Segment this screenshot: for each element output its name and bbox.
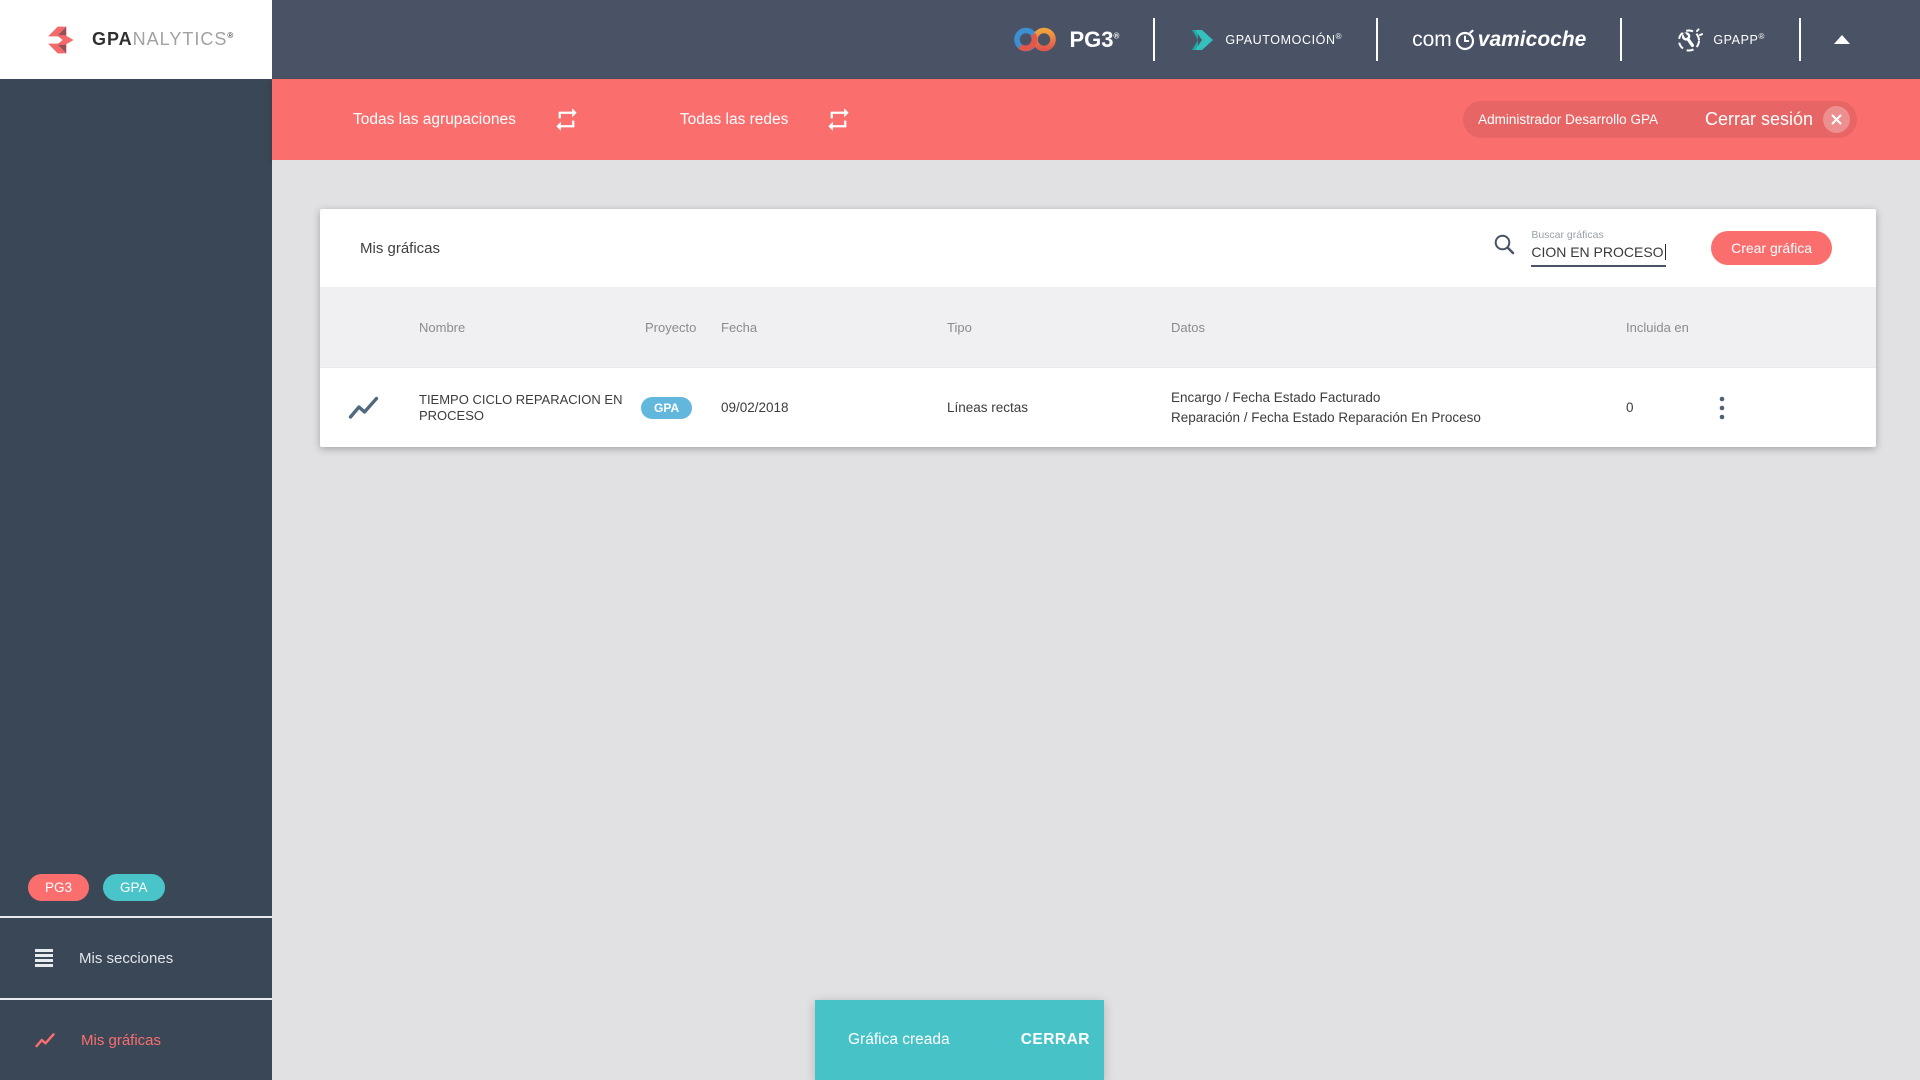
stopwatch-icon — [1455, 29, 1474, 50]
line-chart-icon — [35, 1032, 55, 1047]
column-header-datos: Datos — [1171, 319, 1205, 335]
column-header-fecha: Fecha — [721, 319, 758, 335]
topbar-separator — [1376, 18, 1379, 61]
create-chart-button[interactable]: Crear gráfica — [1711, 231, 1832, 265]
badge-gpa[interactable]: GPA — [103, 874, 165, 901]
column-header-proyecto: Proyecto — [645, 319, 697, 335]
gpanalytics-arrow-icon — [48, 26, 74, 53]
snackbar: Gráfica creada CERRAR — [815, 1000, 1104, 1080]
kebab-icon[interactable] — [1714, 391, 1764, 425]
chart-data-sources: Encargo / Fecha Estado Facturado Reparac… — [1171, 389, 1481, 425]
top-brand-bar: PG3® GPAUTOMOCIÓN® com vamicoche GPAPP® — [272, 0, 1920, 79]
chart-name: TIEMPO CICLO REPARACION EN PROCESO — [419, 391, 623, 423]
search-input[interactable]: CION EN PROCESO — [1531, 244, 1667, 267]
sidebar-item-mis-secciones[interactable]: Mis secciones — [0, 918, 272, 998]
sidebar-item-mis-graficas[interactable]: Mis gráficas — [0, 1000, 272, 1080]
networks-selector[interactable]: Todas las redes — [680, 111, 789, 129]
gpanalytics-wordmark: GPANALYTICS® — [92, 29, 235, 49]
text-caret — [1664, 244, 1667, 260]
line-chart-icon — [348, 396, 419, 420]
my-charts-card: Mis gráficas Buscar gráficas CION EN PRO… — [320, 209, 1876, 447]
gpautomocion-arrow-icon — [1192, 29, 1214, 50]
search-label: Buscar gráficas — [1531, 229, 1604, 241]
hamburger-icon — [35, 949, 53, 967]
column-header-incluida-en: Incluida en — [1626, 319, 1689, 335]
topbar-separator — [1153, 18, 1156, 61]
groupings-selector[interactable]: Todas las agrupaciones — [353, 111, 516, 129]
pg3-infinity-icon — [1014, 27, 1057, 52]
sidebar: GPANALYTICS® PG3 GPA Mis secciones Mis g… — [0, 0, 272, 1080]
snackbar-close-button[interactable]: CERRAR — [1021, 1031, 1090, 1049]
chart-type: Líneas rectas — [947, 400, 1029, 415]
current-user-name: Administrador Desarrollo GPA — [1478, 112, 1658, 127]
up-triangle-icon[interactable] — [1834, 35, 1850, 44]
gpanalytics-logo: GPANALYTICS® — [0, 0, 272, 79]
session-pill: Administrador Desarrollo GPA Cerrar sesi… — [1463, 101, 1857, 138]
pg3-logo: PG3® — [1013, 25, 1119, 54]
gpautomocion-logo: GPAUTOMOCIÓN® — [1189, 27, 1342, 53]
snackbar-message: Gráfica creada — [848, 1031, 950, 1048]
repeat-icon[interactable] — [553, 106, 580, 133]
column-header-nombre: Nombre — [419, 319, 466, 335]
wrench-icon — [1678, 28, 1704, 52]
project-badge: GPA — [641, 396, 693, 419]
x-circle-icon[interactable] — [1823, 106, 1850, 133]
repeat-icon[interactable] — [825, 106, 852, 133]
included-in-count: 0 — [1626, 400, 1634, 415]
badge-pg3[interactable]: PG3 — [28, 874, 90, 901]
topbar-separator — [1620, 18, 1623, 61]
page-title: Mis gráficas — [360, 239, 441, 257]
table-row[interactable]: TIEMPO CICLO REPARACION EN PROCESO GPA 0… — [320, 367, 1876, 447]
main-content: Mis gráficas Buscar gráficas CION EN PRO… — [272, 160, 1920, 1080]
logout-button[interactable]: Cerrar sesión — [1705, 109, 1813, 130]
sidebar-item-label: Mis secciones — [79, 949, 174, 967]
filter-bar: Todas las agrupaciones Todas las redes A… — [272, 79, 1920, 160]
column-header-tipo: Tipo — [947, 319, 972, 335]
comprobamicoche-logo: com vamicoche — [1412, 27, 1587, 51]
chart-date: 09/02/2018 — [721, 400, 789, 415]
topbar-separator — [1799, 18, 1801, 61]
gpapp-logo: GPAPP® — [1676, 26, 1765, 53]
context-badges: PG3 GPA — [0, 874, 272, 916]
search-icon[interactable] — [1493, 233, 1516, 261]
table-header-row: Nombre Proyecto Fecha Tipo Datos Incluid… — [320, 287, 1876, 367]
sidebar-item-label: Mis gráficas — [81, 1031, 162, 1049]
